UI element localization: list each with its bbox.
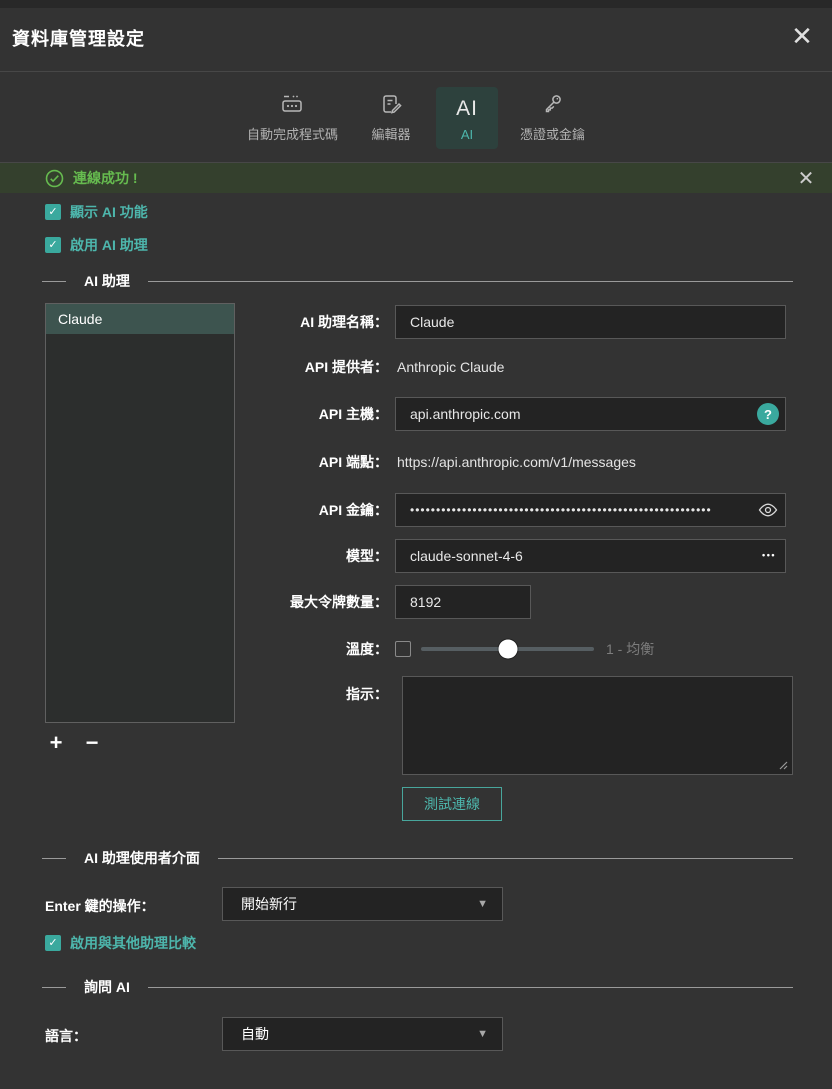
checkbox-label: 顯示 AI 功能 bbox=[70, 202, 148, 222]
selected-value: 自動 bbox=[223, 1024, 477, 1044]
connection-success-banner: 連線成功 ! ✕ bbox=[0, 163, 832, 193]
tab-editor[interactable]: 編輯器 bbox=[360, 87, 422, 149]
add-assistant-button[interactable]: + bbox=[45, 731, 67, 755]
tab-label: 憑證或金鑰 bbox=[520, 124, 585, 143]
section-ask-ai: 詢問 AI bbox=[42, 977, 793, 997]
api-provider-row: API 提供者： Anthropic Claude bbox=[0, 357, 793, 377]
model-row: 模型： ••• bbox=[0, 539, 793, 573]
tab-label: 自動完成程式碼 bbox=[247, 124, 338, 143]
selected-value: 開始新行 bbox=[223, 894, 477, 914]
enter-action-select[interactable]: 開始新行 ▼ bbox=[222, 887, 503, 921]
temperature-value-text: 1 - 均衡 bbox=[606, 639, 654, 659]
model-label: 模型： bbox=[0, 546, 395, 566]
slider-thumb[interactable] bbox=[498, 640, 517, 659]
help-icon[interactable]: ? bbox=[757, 403, 779, 425]
show-ai-features-checkbox[interactable]: ✓ 顯示 AI 功能 bbox=[45, 202, 148, 222]
database-settings-dialog: 資料庫管理設定 ✕ 自動完成程式碼 bbox=[0, 0, 832, 1089]
key-icon bbox=[541, 92, 565, 116]
model-input[interactable] bbox=[395, 539, 786, 573]
chevron-down-icon: ▼ bbox=[477, 1028, 502, 1040]
section-title: AI 助理使用者介面 bbox=[84, 848, 200, 868]
section-rule bbox=[218, 858, 793, 859]
window-top-edge bbox=[0, 0, 832, 8]
max-tokens-row: 最大令牌數量： bbox=[0, 585, 793, 619]
eye-icon[interactable] bbox=[758, 503, 778, 517]
checkbox-label: 啟用與其他助理比較 bbox=[70, 933, 196, 953]
assistant-name-row: AI 助理名稱： bbox=[0, 305, 793, 339]
api-key-input[interactable] bbox=[395, 493, 786, 527]
checkbox-checked-icon: ✓ bbox=[45, 237, 61, 253]
checkbox-checked-icon: ✓ bbox=[45, 204, 61, 220]
autocomplete-icon bbox=[279, 92, 305, 116]
max-tokens-label: 最大令牌數量： bbox=[0, 592, 395, 612]
api-endpoint-label: API 端點： bbox=[0, 452, 395, 472]
api-host-label: API 主機： bbox=[0, 404, 395, 424]
tab-label: AI bbox=[461, 127, 473, 142]
section-title: 詢問 AI bbox=[84, 977, 130, 997]
language-select[interactable]: 自動 ▼ bbox=[222, 1017, 503, 1051]
ai-text-icon: AI bbox=[456, 93, 478, 119]
assistant-name-label: AI 助理名稱： bbox=[0, 312, 395, 332]
section-rule bbox=[42, 858, 66, 859]
temperature-label: 溫度： bbox=[0, 639, 395, 659]
page-title: 資料庫管理設定 bbox=[12, 25, 145, 51]
enter-action-label: Enter 鍵的操作： bbox=[45, 896, 155, 916]
section-rule bbox=[148, 281, 793, 282]
section-rule bbox=[42, 987, 66, 988]
api-key-row: API 金鑰： bbox=[0, 493, 793, 527]
check-circle-icon bbox=[45, 169, 64, 188]
banner-close-icon[interactable]: ✕ bbox=[792, 164, 820, 192]
tab-ai[interactable]: AI AI bbox=[436, 87, 498, 149]
section-rule bbox=[148, 987, 793, 988]
editor-icon bbox=[379, 92, 403, 116]
dialog-header: 資料庫管理設定 ✕ bbox=[0, 8, 832, 72]
max-tokens-input[interactable] bbox=[395, 585, 531, 619]
section-assistant: AI 助理 bbox=[42, 271, 793, 291]
temperature-row: 溫度： 1 - 均衡 bbox=[0, 637, 793, 661]
instructions-textarea[interactable] bbox=[402, 676, 793, 775]
model-browse-ellipsis-icon[interactable]: ••• bbox=[762, 550, 776, 560]
remove-assistant-button[interactable]: − bbox=[81, 731, 103, 755]
tab-autocomplete[interactable]: 自動完成程式碼 bbox=[239, 87, 346, 149]
tab-label: 編輯器 bbox=[371, 124, 410, 143]
api-provider-value: Anthropic Claude bbox=[395, 359, 504, 375]
section-rule bbox=[42, 281, 66, 282]
tab-credentials-keys[interactable]: 憑證或金鑰 bbox=[512, 87, 593, 149]
api-provider-label: API 提供者： bbox=[0, 357, 395, 377]
compare-assistants-checkbox[interactable]: ✓ 啟用與其他助理比較 bbox=[45, 933, 196, 953]
api-host-row: API 主機： ? bbox=[0, 397, 793, 431]
api-host-input[interactable] bbox=[395, 397, 786, 431]
temperature-checkbox[interactable] bbox=[395, 641, 411, 657]
section-title: AI 助理 bbox=[84, 271, 130, 291]
api-endpoint-row: API 端點： https://api.anthropic.com/v1/mes… bbox=[0, 452, 793, 472]
instructions-label: 指示： bbox=[0, 676, 395, 704]
banner-message: 連線成功 ! bbox=[73, 168, 138, 188]
chevron-down-icon: ▼ bbox=[477, 898, 502, 910]
section-assistant-ui: AI 助理使用者介面 bbox=[42, 848, 793, 868]
assistant-name-input[interactable] bbox=[395, 305, 786, 339]
assistant-list-controls: + − bbox=[45, 731, 103, 755]
language-label: 語言： bbox=[45, 1026, 87, 1046]
checkbox-checked-icon: ✓ bbox=[45, 935, 61, 951]
enable-ai-assistant-checkbox[interactable]: ✓ 啟用 AI 助理 bbox=[45, 235, 148, 255]
test-connection-button[interactable]: 測試連線 bbox=[402, 787, 502, 821]
checkbox-label: 啟用 AI 助理 bbox=[70, 235, 148, 255]
api-key-label: API 金鑰： bbox=[0, 500, 395, 520]
settings-tabbar: 自動完成程式碼 編輯器 AI AI bbox=[0, 73, 832, 163]
api-endpoint-value: https://api.anthropic.com/v1/messages bbox=[395, 454, 636, 470]
close-icon[interactable]: ✕ bbox=[786, 20, 818, 52]
temperature-slider[interactable] bbox=[421, 647, 594, 651]
